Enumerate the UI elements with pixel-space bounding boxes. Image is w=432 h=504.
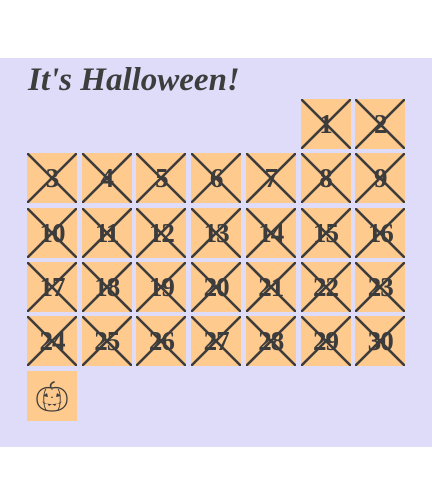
calendar-day-16[interactable]: 16 [355,207,406,258]
day-number: 21 [258,271,284,302]
day-number: 13 [203,217,230,248]
calendar-day-22[interactable]: 22 [300,261,351,312]
calendar-day-25[interactable]: 25 [81,316,132,367]
calendar-day-2[interactable]: 2 [355,99,406,149]
day-number: 30 [367,326,394,357]
calendar-day-14[interactable]: 14 [245,207,296,258]
day-number: 1 [319,109,333,139]
calendar-day-8[interactable]: 8 [300,153,351,204]
day-number: 7 [264,163,279,194]
jack-o-lantern-icon [36,380,68,412]
calendar-day-23[interactable]: 23 [355,261,406,312]
calendar-day-17[interactable]: 17 [27,261,77,312]
day-number: 5 [155,163,169,194]
day-number: 16 [367,217,394,248]
day-number: 26 [148,326,175,357]
calendar-day-18[interactable]: 18 [81,261,132,312]
calendar-day-24[interactable]: 24 [27,316,77,367]
calendar-day-5[interactable]: 5 [136,153,187,204]
calendar-day-7[interactable]: 7 [245,153,296,204]
day-number: 2 [373,109,388,139]
day-number: 15 [313,217,339,248]
day-number: 19 [148,271,175,302]
day-number: 4 [100,163,114,194]
calendar-day-29[interactable]: 29 [300,316,351,367]
day-number: 14 [258,217,284,248]
day-number: 6 [209,163,224,194]
day-number: 28 [258,326,284,357]
day-number: 17 [39,271,66,302]
calendar-day-19[interactable]: 19 [136,261,187,312]
calendar-day-3[interactable]: 3 [27,153,77,204]
day-number: 18 [94,271,120,302]
day-number: 23 [367,271,394,302]
day-number: 3 [45,163,60,194]
calendar-day-26[interactable]: 26 [136,316,187,367]
day-number: 29 [313,326,339,357]
calendar-day-10[interactable]: 10 [27,207,77,258]
day-number: 20 [203,271,230,302]
calendar-day-11[interactable]: 11 [81,207,132,258]
calendar-day-6[interactable]: 6 [191,153,242,204]
calendar-day-halloween[interactable] [27,370,77,421]
day-number: 25 [94,326,120,357]
day-number: 9 [373,163,388,194]
day-number: 11 [94,217,120,248]
day-number: 22 [313,271,339,302]
page-title: It's Halloween! [28,62,240,98]
calendar-day-4[interactable]: 4 [81,153,132,204]
calendar-day-1[interactable]: 1 [300,99,351,149]
day-number: 10 [39,217,66,248]
calendar-day-27[interactable]: 27 [191,316,242,367]
calendar-day-21[interactable]: 21 [245,261,296,312]
calendar-day-13[interactable]: 13 [191,207,242,258]
day-number: 27 [203,326,230,357]
calendar-day-20[interactable]: 20 [191,261,242,312]
calendar-day-9[interactable]: 9 [355,153,406,204]
calendar-day-28[interactable]: 28 [245,316,296,367]
day-number: 8 [319,163,333,194]
calendar-day-30[interactable]: 30 [355,316,406,367]
day-number: 12 [148,217,175,248]
advent-calendar-grid: 1 2 3 4 5 6 7 8 9 10 11 12 13 14 15 16 17 18 19 20 21 22 23 24 2… [27,99,406,421]
calendar-day-12[interactable]: 12 [136,207,187,258]
calendar-day-15[interactable]: 15 [300,207,351,258]
day-number: 24 [39,326,66,357]
